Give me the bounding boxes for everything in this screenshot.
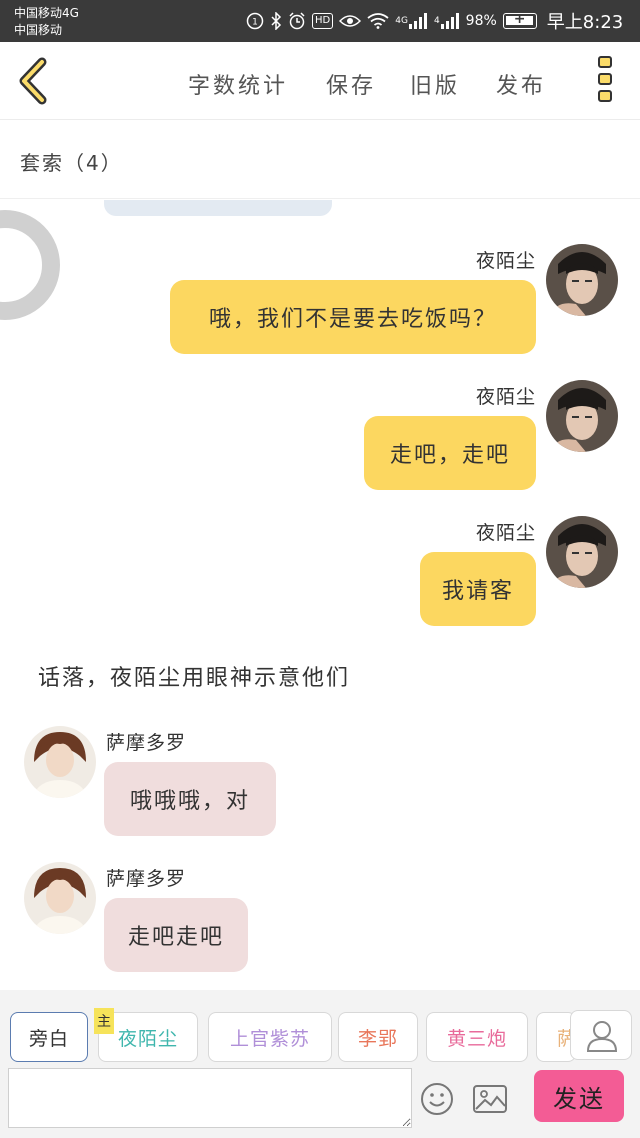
- message-speaker-name: 夜陌尘: [475, 386, 536, 408]
- carrier-primary: 中国移动4G: [14, 6, 79, 20]
- composer-panel: 旁白 夜陌尘 主 上官紫苏 李郢 黄三炮 萨 发送: [0, 990, 640, 1138]
- main-role-badge: 主: [94, 1008, 114, 1034]
- avatar[interactable]: [546, 244, 618, 316]
- status-icons: 1 HD 4G 4 98% + 早上8:23: [246, 10, 624, 33]
- message-bubble[interactable]: 我请客: [420, 552, 536, 626]
- more-dot-icon: [598, 56, 612, 68]
- volte-icon: 1: [246, 12, 264, 30]
- floating-assist-button[interactable]: [0, 210, 60, 320]
- eye-comfort-icon: [339, 14, 362, 28]
- emoji-button[interactable]: [420, 1082, 454, 1116]
- signal-icon-primary: 4G: [395, 13, 428, 29]
- bluetooth-icon: [270, 12, 282, 30]
- old-version-button[interactable]: 旧版: [410, 68, 460, 100]
- male-avatar-icon: [546, 516, 618, 588]
- role-chip-label: 黄三炮: [446, 1027, 507, 1050]
- avatar[interactable]: [24, 862, 96, 934]
- hd-icon: HD: [312, 13, 334, 29]
- battery-icon: +: [502, 11, 537, 29]
- image-icon: [473, 1085, 507, 1113]
- role-chip-shangguan-zisu[interactable]: 上官紫苏: [208, 1012, 332, 1062]
- previous-message-bubble: [104, 200, 332, 216]
- role-chip-narrator[interactable]: 旁白: [10, 1012, 88, 1062]
- smiley-icon: [421, 1083, 453, 1115]
- male-avatar-icon: [24, 726, 96, 798]
- role-chip-label: 上官紫苏: [229, 1027, 310, 1050]
- avatar[interactable]: [546, 516, 618, 588]
- message-speaker-name: 萨摩多罗: [106, 732, 187, 754]
- message-input[interactable]: [8, 1068, 412, 1128]
- more-menu-button[interactable]: [594, 56, 616, 108]
- role-chip-label: 旁白: [28, 1027, 69, 1050]
- chevron-left-icon: [19, 57, 47, 105]
- image-button[interactable]: [472, 1084, 508, 1114]
- male-avatar-icon: [546, 244, 618, 316]
- clock: 早上8:23: [546, 12, 624, 33]
- male-avatar-icon: [24, 862, 96, 934]
- word-count-button[interactable]: 字数统计: [188, 68, 288, 100]
- message-speaker-name: 萨摩多罗: [106, 868, 187, 890]
- svg-text:1: 1: [252, 18, 258, 28]
- wifi-icon: [367, 13, 389, 29]
- message-bubble[interactable]: 哦哦哦，对: [104, 762, 276, 836]
- publish-button[interactable]: 发布: [496, 68, 546, 100]
- message-bubble[interactable]: 走吧走吧: [104, 898, 248, 972]
- top-nav-bar: 字数统计 保存 旧版 发布: [0, 42, 640, 120]
- role-chip-li-ying[interactable]: 李郢: [338, 1012, 418, 1062]
- carrier-secondary: 中国移动: [14, 23, 63, 37]
- alarm-icon: [288, 12, 306, 30]
- person-icon: [586, 1021, 618, 1052]
- message-bubble[interactable]: 走吧，走吧: [364, 416, 536, 490]
- role-chip-label: 李郢: [357, 1027, 398, 1050]
- message-speaker-name: 夜陌尘: [475, 250, 536, 272]
- role-chip-huang-sanpao[interactable]: 黄三炮: [426, 1012, 528, 1062]
- male-avatar-icon: [546, 380, 618, 452]
- narration-text[interactable]: 话落，夜陌尘用眼神示意他们: [38, 660, 350, 692]
- send-button[interactable]: 发送: [534, 1070, 624, 1122]
- signal-icon-secondary: 4: [434, 13, 460, 29]
- message-speaker-name: 夜陌尘: [475, 522, 536, 544]
- avatar[interactable]: [24, 726, 96, 798]
- avatar[interactable]: [546, 380, 618, 452]
- chapter-title[interactable]: 套索（4）: [20, 147, 123, 176]
- battery-percent: 98%: [465, 13, 497, 29]
- more-dot-icon: [598, 73, 612, 85]
- more-dot-icon: [598, 90, 612, 102]
- save-button[interactable]: 保存: [326, 68, 376, 100]
- back-button[interactable]: [14, 56, 54, 106]
- chat-area[interactable]: 夜陌尘 哦，我们不是要去吃饭吗？ 夜陌尘 走吧，走吧 夜陌尘 我请客 话落，夜陌…: [0, 200, 640, 990]
- role-manager-button[interactable]: [570, 1010, 632, 1060]
- signal-label-primary: 4G: [395, 16, 408, 26]
- role-chip-label: 夜陌尘: [117, 1027, 178, 1050]
- status-bar: 中国移动4G 中国移动 1 HD 4G 4 98% + 早上8:23: [0, 0, 640, 42]
- message-bubble[interactable]: 哦，我们不是要去吃饭吗？: [170, 280, 536, 354]
- chapter-header: 套索（4）: [0, 121, 640, 199]
